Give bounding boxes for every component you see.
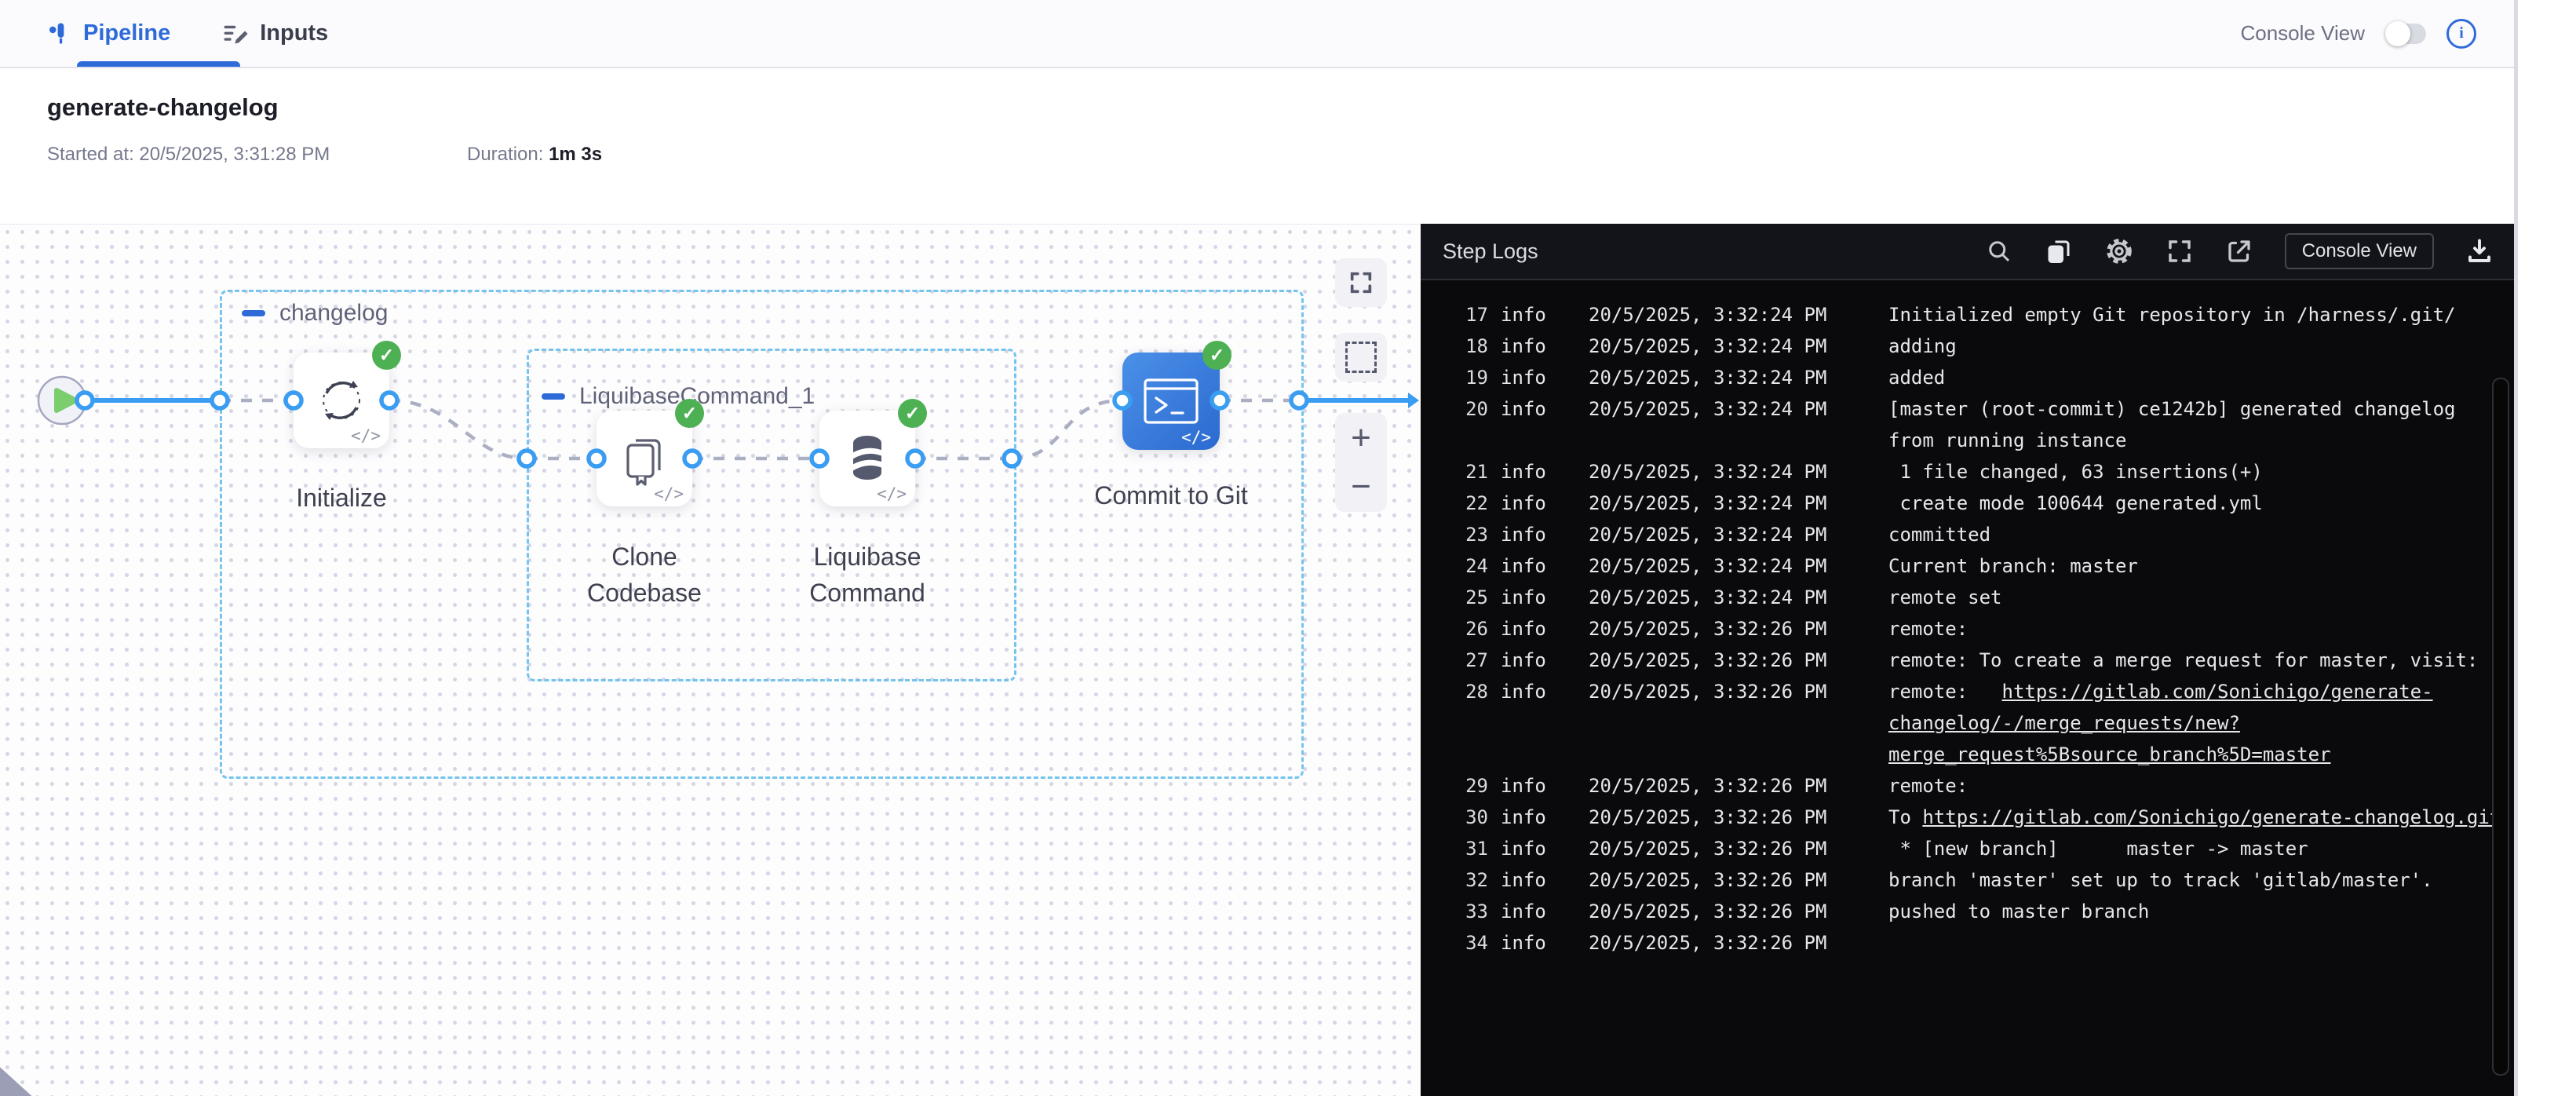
fullscreen-icon: [1348, 269, 1374, 296]
execution-meta: Started at: 20/5/2025, 3:31:28 PM Durati…: [47, 144, 2514, 166]
node-clone-codebase-label: Clone Codebase: [558, 539, 731, 611]
toggle-knob: [2385, 21, 2410, 46]
log-row: 18info20/5/2025, 3:32:24 PMadding: [1421, 331, 2514, 362]
log-link[interactable]: https://gitlab.com/Sonichigo/generate-: [2002, 681, 2433, 703]
log-row: 20info20/5/2025, 3:32:24 PM[master (root…: [1421, 393, 2514, 425]
step-logs-title: Step Logs: [1443, 239, 1538, 264]
sync-icon: [314, 373, 369, 428]
corner-pointer-shape: [0, 1061, 41, 1096]
console-view-button[interactable]: Console View: [2285, 233, 2434, 269]
yaml-code-glyph: </>: [1181, 428, 1211, 447]
log-row: 21info20/5/2025, 3:32:24 PM 1 file chang…: [1421, 456, 2514, 488]
tab-pipeline-label: Pipeline: [83, 20, 170, 46]
top-tab-bar: Pipeline Inputs Console View i: [0, 0, 2514, 68]
log-link[interactable]: merge_request%5Bsource_branch%5D=master: [1888, 743, 2331, 765]
log-row: 27info20/5/2025, 3:32:26 PMremote: To cr…: [1421, 645, 2514, 676]
duration: Duration: 1m 3s: [467, 144, 602, 166]
log-scrollbar-thumb[interactable]: [2492, 378, 2509, 1076]
node-initialize[interactable]: ✓ </>: [294, 353, 389, 448]
log-rows: 17info20/5/2025, 3:32:24 PMInitialized e…: [1421, 299, 2514, 959]
topbar-right-tools: Console View i: [2240, 19, 2514, 49]
zoom-in-button[interactable]: +: [1335, 414, 1387, 462]
terminal-icon: [1143, 378, 1199, 425]
play-icon: [57, 390, 76, 411]
success-check-icon: ✓: [675, 399, 704, 428]
success-check-icon: ✓: [898, 399, 927, 428]
success-check-icon: ✓: [372, 341, 401, 370]
log-row: from running instance: [1421, 425, 2514, 456]
pipeline-canvas[interactable]: changelog LiquibaseCommand_1 ✓ </> Initi…: [0, 224, 1421, 1096]
node-commit-to-git[interactable]: ✓ </>: [1122, 353, 1220, 450]
started-at: Started at: 20/5/2025, 3:31:28 PM: [47, 144, 467, 166]
yaml-code-glyph: </>: [351, 426, 381, 445]
pipeline-icon: [46, 20, 72, 47]
log-row: 30info20/5/2025, 3:32:26 PMTo https://gi…: [1421, 802, 2514, 833]
tab-inputs-label: Inputs: [260, 20, 328, 46]
canvas-fullscreen-button[interactable]: [1335, 258, 1387, 307]
canvas-select-button[interactable]: [1335, 333, 1387, 382]
edit-inputs-icon: [222, 20, 249, 47]
active-tab-underline: [77, 61, 240, 67]
log-row: 25info20/5/2025, 3:32:24 PMremote set: [1421, 582, 2514, 613]
log-row: 22info20/5/2025, 3:32:24 PM create mode …: [1421, 488, 2514, 519]
search-icon[interactable]: [1985, 237, 2013, 265]
node-liquibase-command[interactable]: ✓ </>: [819, 411, 915, 506]
canvas-zoom-controls: + −: [1335, 413, 1387, 512]
log-row: 28info20/5/2025, 3:32:26 PMremote: https…: [1421, 676, 2514, 707]
log-link[interactable]: changelog/-/merge_requests/new?: [1888, 712, 2240, 734]
open-in-new-icon[interactable]: [2225, 237, 2253, 265]
expand-fullscreen-icon[interactable]: [2166, 237, 2194, 265]
page-title: generate-changelog: [47, 93, 2514, 122]
log-row: 17info20/5/2025, 3:32:24 PMInitialized e…: [1421, 299, 2514, 331]
stage-group-changelog-label: changelog: [242, 300, 388, 327]
copy-icon[interactable]: [2045, 237, 2073, 265]
log-toolbar: Console View: [1985, 233, 2494, 269]
log-row: 31info20/5/2025, 3:32:26 PM * [new branc…: [1421, 833, 2514, 864]
yaml-code-glyph: </>: [877, 484, 907, 503]
log-row: 19info20/5/2025, 3:32:24 PMadded: [1421, 362, 2514, 393]
console-view-toggle-label: Console View: [2240, 21, 2365, 46]
node-liquibase-command-label: Liquibase Command: [781, 539, 954, 611]
log-row: 23info20/5/2025, 3:32:24 PMcommitted: [1421, 519, 2514, 550]
node-initialize-label: Initialize: [255, 480, 428, 516]
log-row: changelog/-/merge_requests/new?: [1421, 707, 2514, 739]
execution-header: generate-changelog Started at: 20/5/2025…: [0, 68, 2514, 224]
start-node[interactable]: [38, 377, 86, 424]
book-copy-icon: [617, 431, 672, 486]
log-output[interactable]: 17info20/5/2025, 3:32:24 PMInitialized e…: [1421, 280, 2514, 1096]
success-check-icon: ✓: [1202, 341, 1231, 370]
yaml-code-glyph: </>: [654, 484, 684, 503]
log-row: 29info20/5/2025, 3:32:26 PMremote:: [1421, 770, 2514, 802]
log-row: 24info20/5/2025, 3:32:24 PMCurrent branc…: [1421, 550, 2514, 582]
log-row: 32info20/5/2025, 3:32:26 PMbranch 'maste…: [1421, 864, 2514, 896]
step-logs-panel: Step Logs Console View: [1421, 224, 2514, 1096]
log-row: merge_request%5Bsource_branch%5D=master: [1421, 739, 2514, 770]
collapse-minus-icon[interactable]: [542, 393, 565, 400]
page-scrollbar-gutter: [2514, 0, 2576, 1096]
download-icon[interactable]: [2465, 237, 2494, 265]
zoom-out-button[interactable]: −: [1335, 462, 1387, 511]
tab-inputs[interactable]: Inputs: [222, 0, 328, 67]
step-logs-header: Step Logs Console View: [1421, 224, 2514, 280]
console-view-toggle[interactable]: [2385, 24, 2426, 44]
collapse-minus-icon[interactable]: [242, 310, 265, 316]
tab-pipeline[interactable]: Pipeline: [46, 0, 178, 67]
edge-arrowhead: [1408, 393, 1419, 408]
log-row: 33info20/5/2025, 3:32:26 PMpushed to mas…: [1421, 896, 2514, 927]
node-clone-codebase[interactable]: ✓ </>: [597, 411, 692, 506]
log-row: 34info20/5/2025, 3:32:26 PM: [1421, 927, 2514, 959]
pipeline-execution-page: Pipeline Inputs Console View i generate-…: [0, 0, 2576, 1096]
info-icon[interactable]: i: [2446, 19, 2476, 49]
marquee-select-icon: [1345, 342, 1377, 373]
node-commit-to-git-label: Commit to Git: [1045, 477, 1297, 513]
log-link[interactable]: https://gitlab.com/Sonichigo/generate-ch…: [1922, 806, 2501, 828]
liquibase-database-icon: [840, 431, 895, 486]
log-row: 26info20/5/2025, 3:32:26 PMremote:: [1421, 613, 2514, 645]
settings-gear-icon[interactable]: [2104, 236, 2134, 266]
